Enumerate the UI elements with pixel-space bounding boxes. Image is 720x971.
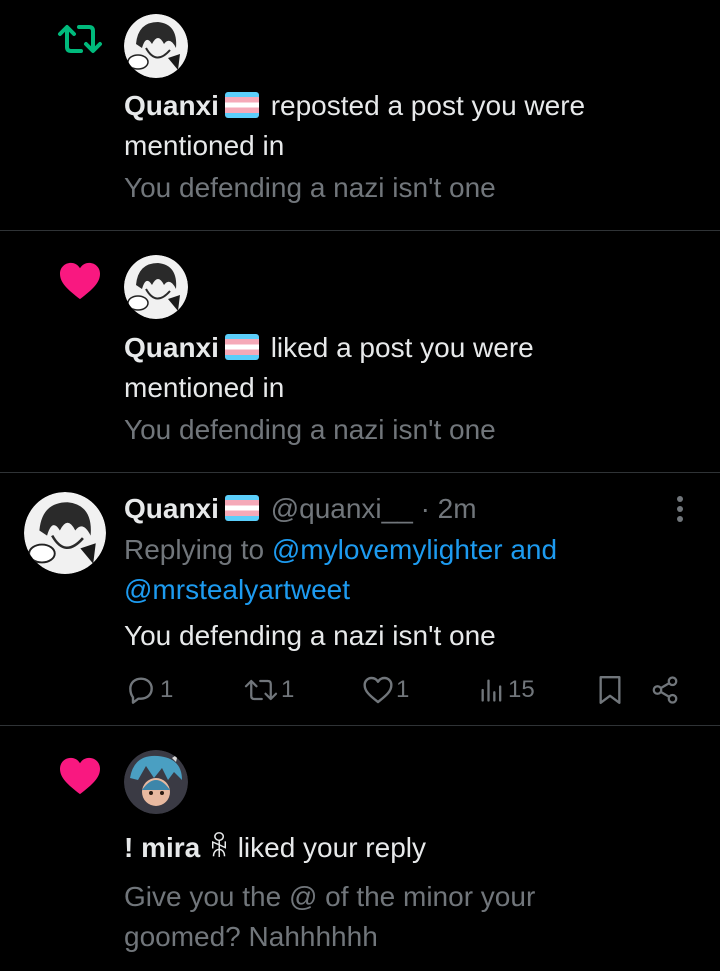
user-name[interactable]: Quanxi: [124, 332, 219, 363]
user-name[interactable]: ! mira: [124, 832, 200, 863]
reply-icon: [129, 677, 153, 704]
action-text-continued: mentioned in: [124, 130, 285, 161]
and-label: and: [510, 534, 558, 565]
notification-text: Quanxi liked a post you were: [124, 328, 534, 368]
replying-to: Replying to @mylovemylighter and: [124, 530, 557, 570]
user-name[interactable]: Quanxi: [124, 493, 219, 524]
analytics-icon: [481, 679, 502, 702]
trans-flag-icon: [224, 334, 259, 360]
avatar[interactable]: [124, 750, 188, 814]
post-time[interactable]: · 2m: [421, 493, 477, 524]
share-button[interactable]: [650, 672, 680, 708]
action-text: liked your reply: [237, 832, 426, 863]
user-glyph: ꆜ: [208, 832, 230, 863]
post-text: You defending a nazi isn't one: [124, 620, 496, 651]
post-snippet: You defending a nazi isn't one: [124, 414, 496, 445]
mention-link[interactable]: @mylovemylighter: [272, 534, 503, 565]
trans-flag-icon: [224, 495, 259, 521]
heart-outline-icon: [363, 676, 393, 704]
heart-icon: [60, 757, 100, 795]
post-snippet: Give you the @ of the minor your: [124, 881, 536, 912]
user-handle[interactable]: @quanxi__: [271, 493, 413, 524]
repost-count: 1: [281, 676, 295, 703]
action-text-continued: mentioned in: [124, 372, 285, 403]
notification-text: ! mira ꆜ liked your reply: [124, 828, 426, 868]
action-text: liked a post you were: [270, 332, 534, 363]
user-name[interactable]: Quanxi: [124, 90, 219, 121]
notification-like[interactable]: ! mira ꆜ liked your reply Give you the @…: [0, 726, 720, 971]
bookmark-icon: [599, 676, 621, 704]
more-options-icon[interactable]: [670, 495, 690, 523]
trans-flag-icon: [224, 92, 259, 118]
notification-text: Quanxi reposted a post you were: [124, 86, 585, 126]
post-header: Quanxi @quanxi__ · 2m: [124, 489, 477, 529]
like-count: 1: [396, 676, 410, 703]
post-snippet: You defending a nazi isn't one: [124, 172, 496, 203]
reply-button[interactable]: 1: [124, 672, 173, 708]
share-icon: [652, 676, 678, 704]
repost-button[interactable]: 1: [243, 672, 294, 708]
post-snippet-continued: goomed? Nahhhhhh: [124, 921, 378, 952]
notification-repost[interactable]: Quanxi reposted a post you were mentione…: [0, 0, 720, 230]
heart-icon: [60, 262, 100, 300]
action-text: reposted a post you were: [270, 90, 586, 121]
reply-count: 1: [160, 676, 174, 703]
mention-link[interactable]: @mrstealyartweet: [124, 570, 350, 610]
avatar[interactable]: [24, 492, 106, 574]
replying-label: Replying to: [124, 534, 265, 565]
view-count: 15: [508, 676, 535, 703]
repost-icon: [244, 679, 278, 701]
repost-icon: [58, 25, 102, 53]
notification-like[interactable]: Quanxi liked a post you were mentioned i…: [0, 231, 720, 472]
avatar[interactable]: [124, 14, 188, 78]
bookmark-button[interactable]: [596, 672, 624, 708]
views-button[interactable]: 15: [478, 672, 535, 708]
like-button[interactable]: 1: [362, 672, 409, 708]
avatar[interactable]: [124, 255, 188, 319]
